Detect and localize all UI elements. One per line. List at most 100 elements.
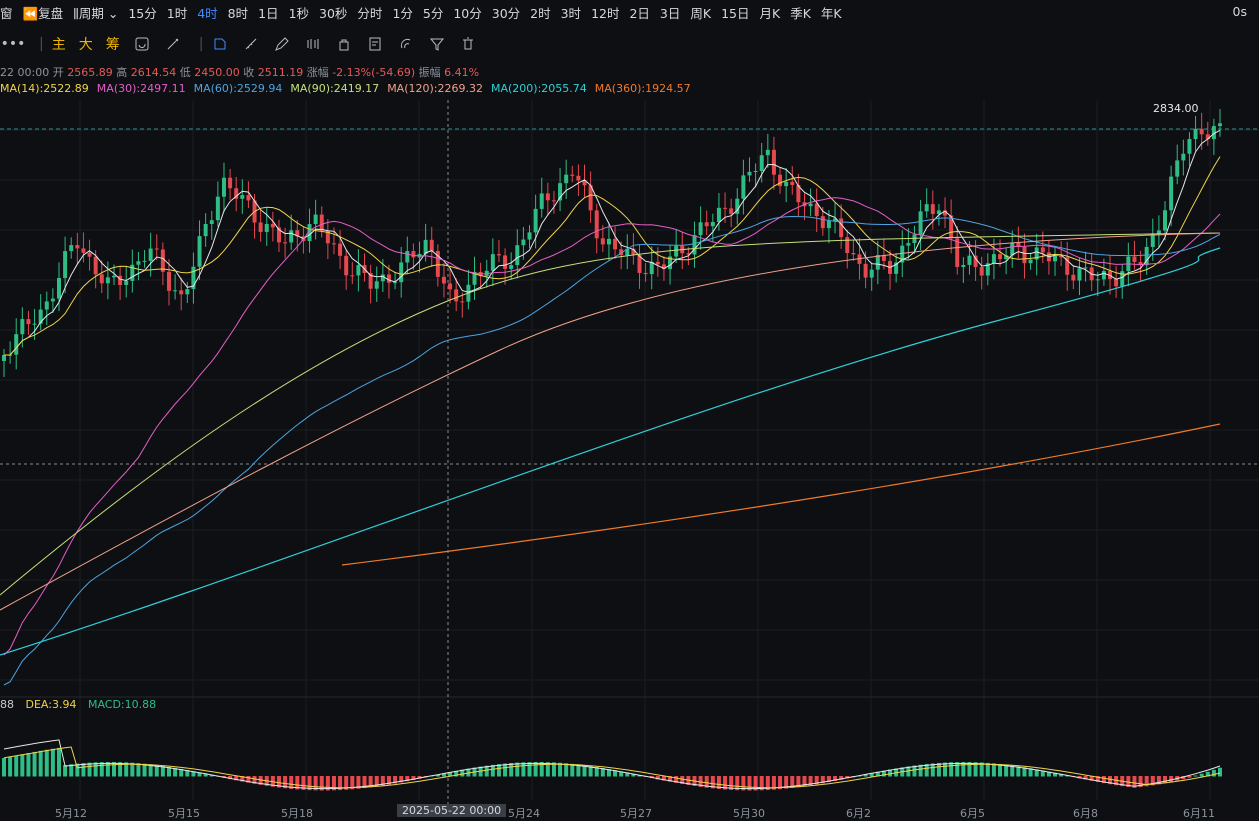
- macd-bar: [527, 762, 532, 777]
- candle-body: [1114, 279, 1119, 287]
- candle-body: [209, 220, 214, 224]
- macd-bar: [961, 762, 966, 777]
- candle-body: [594, 210, 599, 239]
- macd-bar: [14, 755, 19, 777]
- candle-body: [405, 251, 410, 263]
- candle-body: [991, 254, 996, 264]
- x-axis-label: 5月24: [508, 807, 540, 820]
- macd-bar: [38, 750, 43, 777]
- candle-body: [521, 239, 526, 246]
- candle-body: [869, 269, 874, 278]
- candle-body: [704, 222, 709, 227]
- candle-body: [930, 204, 935, 214]
- candle-body: [1175, 160, 1180, 177]
- candle-body: [955, 238, 960, 267]
- macd-bar: [2, 758, 6, 777]
- candle-body: [350, 275, 355, 277]
- macd-bar: [503, 763, 508, 777]
- candle-body: [753, 170, 758, 172]
- candle-body: [851, 253, 856, 255]
- candle-body: [270, 223, 275, 228]
- candle-body: [93, 256, 98, 275]
- candle-body: [1022, 246, 1027, 264]
- candle-body: [240, 195, 245, 199]
- candle-body: [44, 301, 49, 310]
- candle-body: [423, 239, 428, 254]
- candle-body: [2, 355, 6, 361]
- candle-body: [331, 243, 336, 245]
- macd-bar: [570, 763, 575, 777]
- candle-body: [228, 177, 233, 189]
- macd-bar: [99, 762, 104, 777]
- candle-body: [723, 207, 728, 209]
- candle-body: [399, 262, 404, 283]
- x-axis-label: 6月5: [960, 807, 985, 820]
- candle-body: [503, 255, 508, 269]
- candle-body: [1199, 128, 1204, 135]
- candle-body: [875, 255, 880, 270]
- candle-body: [778, 174, 783, 187]
- candle-body: [136, 261, 141, 265]
- macd-bar: [8, 756, 13, 777]
- macd-bar: [998, 763, 1003, 777]
- candle-body: [386, 274, 391, 283]
- candle-body: [160, 249, 165, 272]
- ma-line: [341, 423, 1221, 566]
- macd-bar: [32, 751, 37, 777]
- candle-body: [1040, 247, 1045, 253]
- candle-body: [75, 245, 80, 249]
- macd-bar: [943, 762, 948, 777]
- candle-body: [808, 203, 813, 207]
- macd-bar: [44, 749, 49, 777]
- candle-body: [441, 276, 446, 284]
- macd-bar: [50, 748, 55, 777]
- candle-body: [14, 334, 19, 355]
- candle-body: [313, 214, 318, 225]
- candle-body: [674, 245, 679, 257]
- macd-bar: [56, 747, 61, 777]
- candle-body: [166, 271, 171, 291]
- macd-bar: [81, 763, 86, 777]
- candle-body: [729, 208, 734, 214]
- candle-body: [961, 264, 966, 267]
- macd-bar: [930, 763, 935, 777]
- macd-bar: [142, 763, 147, 777]
- macd-bar: [949, 762, 954, 777]
- candle-body: [185, 289, 190, 295]
- x-axis-label: 5月12: [55, 807, 87, 820]
- candle-body: [1028, 259, 1033, 264]
- candle-body: [814, 203, 819, 217]
- x-axis-label: 5月15: [168, 807, 200, 820]
- candle-body: [845, 237, 850, 254]
- macd-bar: [1193, 775, 1198, 777]
- candle-body: [32, 323, 37, 325]
- candle-body: [918, 211, 923, 235]
- candle-body: [344, 255, 349, 276]
- x-axis-label: 6月11: [1183, 807, 1215, 820]
- candle-body: [973, 255, 978, 267]
- price-chart[interactable]: [0, 0, 1259, 815]
- candle-body: [81, 248, 86, 253]
- candle-body: [338, 243, 343, 256]
- macd-bar: [521, 762, 526, 777]
- candle-body: [454, 289, 459, 302]
- candle-body: [496, 254, 501, 256]
- candle-body: [1163, 210, 1168, 231]
- candle-body: [221, 177, 226, 197]
- candle-body: [1169, 176, 1174, 211]
- candle-body: [600, 238, 605, 245]
- candle-body: [258, 222, 263, 232]
- x-axis-label: 6月8: [1073, 807, 1098, 820]
- candle-body: [759, 155, 764, 171]
- candle-body: [374, 281, 379, 289]
- candle-body: [490, 254, 495, 271]
- macd-dea: DEA:3.94: [25, 698, 77, 711]
- macd-bar: [924, 764, 929, 777]
- candle-body: [698, 222, 703, 236]
- candle-body: [564, 174, 569, 184]
- candle-body: [979, 266, 984, 276]
- macd-bar: [1169, 776, 1174, 783]
- x-axis-label: 5月30: [733, 807, 765, 820]
- candle-body: [747, 171, 752, 176]
- candle-body: [56, 277, 61, 299]
